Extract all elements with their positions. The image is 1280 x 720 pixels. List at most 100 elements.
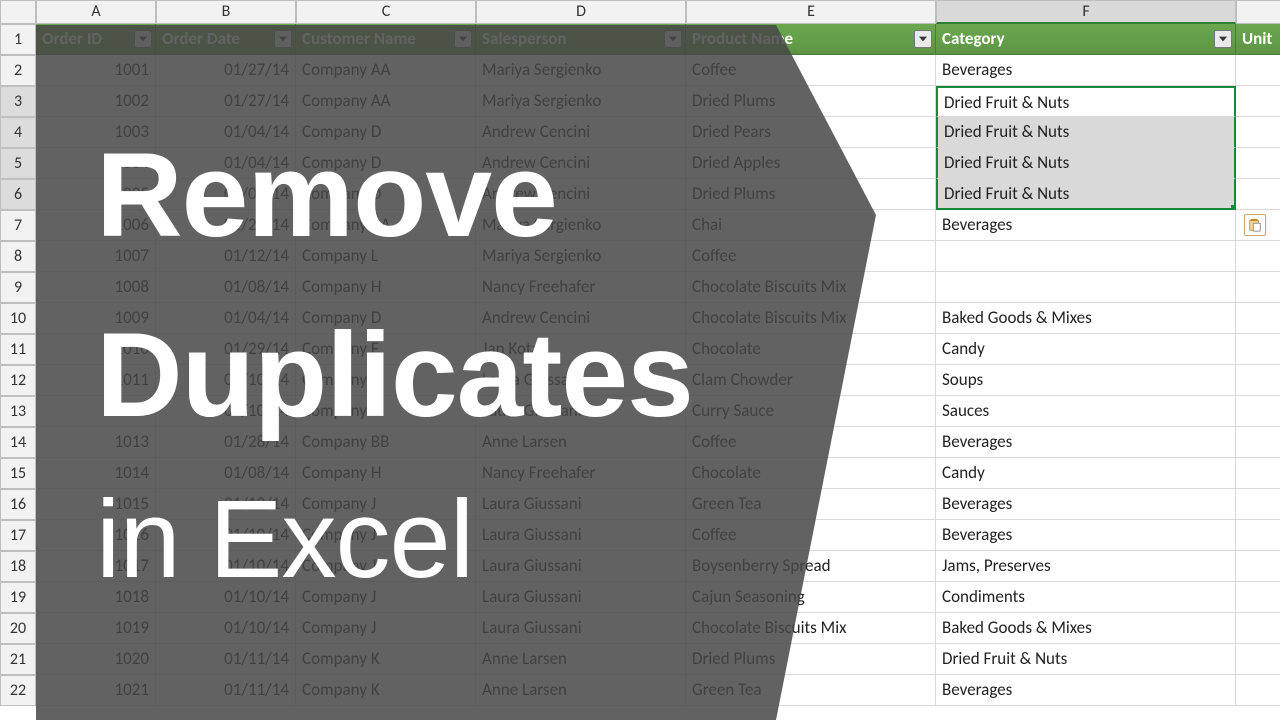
cell-G12[interactable] [1236,365,1280,396]
cell-E4[interactable]: Dried Pears [686,117,936,148]
cell-B22[interactable]: 01/11/14 [156,675,296,706]
column-header-B[interactable]: B [156,0,296,24]
column-header-E[interactable]: E [686,0,936,24]
cell-C16[interactable]: Company J [296,489,476,520]
cell-A21[interactable]: 1020 [36,644,156,675]
row-header-20[interactable]: 20 [0,613,36,644]
cell-B16[interactable]: 01/10/14 [156,489,296,520]
row-header-10[interactable]: 10 [0,303,36,334]
cell-A10[interactable]: 1009 [36,303,156,334]
row-header-13[interactable]: 13 [0,396,36,427]
cell-D15[interactable]: Nancy Freehafer [476,458,686,489]
cell-E8[interactable]: Coffee [686,241,936,272]
cell-B9[interactable]: 01/08/14 [156,272,296,303]
row-header-7[interactable]: 7 [0,210,36,241]
cell-B7[interactable]: 01/27/14 [156,210,296,241]
cell-G19[interactable] [1236,582,1280,613]
row-header-15[interactable]: 15 [0,458,36,489]
cell-D12[interactable]: Laura Giussani [476,365,686,396]
row-header-6[interactable]: 6 [0,179,36,210]
cell-C5[interactable]: Company D [296,148,476,179]
cell-A12[interactable]: 1011 [36,365,156,396]
cell-A15[interactable]: 1014 [36,458,156,489]
cell-E14[interactable]: Coffee [686,427,936,458]
cell-G14[interactable] [1236,427,1280,458]
cell-E17[interactable]: Coffee [686,520,936,551]
cell-A8[interactable]: 1007 [36,241,156,272]
cell-F21[interactable]: Dried Fruit & Nuts [936,644,1236,675]
cell-A11[interactable]: 1010 [36,334,156,365]
cell-C17[interactable]: Company J [296,520,476,551]
cell-B6[interactable]: 01/04/14 [156,179,296,210]
cell-E13[interactable]: Curry Sauce [686,396,936,427]
cell-C6[interactable]: Company D [296,179,476,210]
cell-G3[interactable] [1236,86,1280,117]
row-header-9[interactable]: 9 [0,272,36,303]
cell-F5[interactable]: Dried Fruit & Nuts [936,148,1236,179]
cell-A16[interactable]: 1015 [36,489,156,520]
cell-C2[interactable]: Company AA [296,55,476,86]
cell-D6[interactable]: Andrew Cencini [476,179,686,210]
cell-G4[interactable] [1236,117,1280,148]
cell-G18[interactable] [1236,551,1280,582]
cell-A14[interactable]: 1013 [36,427,156,458]
row-header-19[interactable]: 19 [0,582,36,613]
table-header-G[interactable]: Unit [1236,24,1280,55]
cell-D8[interactable]: Mariya Sergienko [476,241,686,272]
cell-E15[interactable]: Chocolate [686,458,936,489]
select-all-corner[interactable] [0,0,36,24]
cell-G11[interactable] [1236,334,1280,365]
cell-C21[interactable]: Company K [296,644,476,675]
cell-A18[interactable]: 1017 [36,551,156,582]
cell-F2[interactable]: Beverages [936,55,1236,86]
table-header-C[interactable]: Customer Name [296,24,476,55]
cell-B4[interactable]: 01/04/14 [156,117,296,148]
column-header-F[interactable]: F [936,0,1236,24]
cell-F22[interactable]: Beverages [936,675,1236,706]
cell-E3[interactable]: Dried Plums [686,86,936,117]
cell-B18[interactable]: 01/10/14 [156,551,296,582]
cell-G15[interactable] [1236,458,1280,489]
row-header-22[interactable]: 22 [0,675,36,706]
cell-D4[interactable]: Andrew Cencini [476,117,686,148]
cell-C14[interactable]: Company BB [296,427,476,458]
cell-C22[interactable]: Company K [296,675,476,706]
cell-A17[interactable]: 1016 [36,520,156,551]
cell-C7[interactable]: Company AA [296,210,476,241]
filter-dropdown-icon[interactable] [274,30,292,48]
cell-D5[interactable]: Andrew Cencini [476,148,686,179]
cell-G13[interactable] [1236,396,1280,427]
cell-D17[interactable]: Laura Giussani [476,520,686,551]
cell-E2[interactable]: Coffee [686,55,936,86]
cell-C12[interactable]: Company J [296,365,476,396]
cell-C19[interactable]: Company J [296,582,476,613]
cell-F14[interactable]: Beverages [936,427,1236,458]
cell-G22[interactable] [1236,675,1280,706]
cell-E19[interactable]: Cajun Seasoning [686,582,936,613]
cell-F13[interactable]: Sauces [936,396,1236,427]
cell-C15[interactable]: Company H [296,458,476,489]
cell-F9[interactable] [936,272,1236,303]
cell-C10[interactable]: Company D [296,303,476,334]
cell-E16[interactable]: Green Tea [686,489,936,520]
cell-G6[interactable] [1236,179,1280,210]
cell-B11[interactable]: 01/29/14 [156,334,296,365]
cell-D11[interactable]: Jan Kotas [476,334,686,365]
cell-B19[interactable]: 01/10/14 [156,582,296,613]
row-header-12[interactable]: 12 [0,365,36,396]
cell-A5[interactable]: 1004 [36,148,156,179]
cell-B2[interactable]: 01/27/14 [156,55,296,86]
cell-A9[interactable]: 1008 [36,272,156,303]
cell-G10[interactable] [1236,303,1280,334]
row-header-16[interactable]: 16 [0,489,36,520]
table-header-B[interactable]: Order Date [156,24,296,55]
row-header-11[interactable]: 11 [0,334,36,365]
cell-F4[interactable]: Dried Fruit & Nuts [936,117,1236,148]
column-header-G[interactable]: G [1236,0,1280,24]
cell-A6[interactable]: 1005 [36,179,156,210]
table-header-F[interactable]: Category [936,24,1236,55]
cell-E5[interactable]: Dried Apples [686,148,936,179]
cell-D2[interactable]: Mariya Sergienko [476,55,686,86]
row-header-21[interactable]: 21 [0,644,36,675]
cell-G9[interactable] [1236,272,1280,303]
